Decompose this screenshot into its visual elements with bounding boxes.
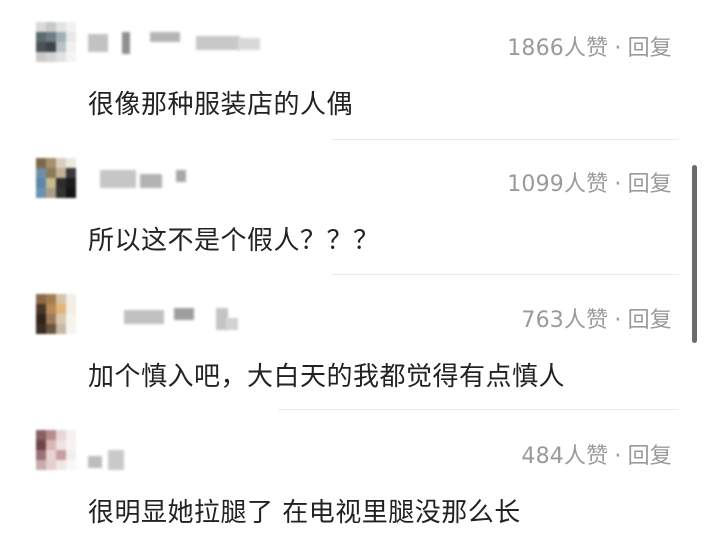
- comment-item: 763人赞 · 回复 加个慎入吧，大白天的我都觉得有点慎人: [0, 272, 690, 408]
- reply-button[interactable]: 回复: [628, 36, 672, 61]
- avatar[interactable]: [36, 294, 76, 334]
- comment-item: 1866人赞 · 回复 很像那种服装店的人偶: [0, 0, 690, 136]
- comment-text: 所以这不是个假人？？？: [88, 226, 380, 256]
- comment-meta: 1866人赞 · 回复: [507, 30, 672, 62]
- reply-button[interactable]: 回复: [628, 172, 672, 197]
- comment-meta: 1099人赞 · 回复: [507, 166, 672, 198]
- like-count[interactable]: 1099人赞: [507, 172, 608, 197]
- meta-separator: ·: [614, 172, 622, 197]
- comment-item: 484人赞 · 回复 很明显她拉腿了 在电视里腿没那么长: [0, 408, 690, 544]
- like-count[interactable]: 1866人赞: [507, 36, 608, 61]
- like-count[interactable]: 484人赞: [521, 444, 608, 469]
- scrollbar[interactable]: [692, 165, 697, 343]
- meta-separator: ·: [614, 36, 622, 61]
- meta-separator: ·: [614, 308, 622, 333]
- meta-separator: ·: [614, 444, 622, 469]
- comment-meta: 484人赞 · 回复: [521, 438, 672, 470]
- comment-text: 很明显她拉腿了 在电视里腿没那么长: [88, 498, 521, 528]
- avatar[interactable]: [36, 22, 76, 62]
- username-blurred[interactable]: [88, 32, 268, 54]
- username-blurred[interactable]: [100, 170, 200, 192]
- avatar[interactable]: [36, 158, 76, 198]
- username-blurred[interactable]: [124, 308, 244, 330]
- reply-button[interactable]: 回复: [628, 444, 672, 469]
- avatar[interactable]: [36, 430, 76, 470]
- like-count[interactable]: 763人赞: [521, 308, 608, 333]
- comment-text: 很像那种服装店的人偶: [88, 90, 354, 120]
- comment-text: 加个慎入吧，大白天的我都觉得有点慎人: [88, 362, 566, 392]
- comment-meta: 763人赞 · 回复: [521, 302, 672, 334]
- comment-item: 1099人赞 · 回复 所以这不是个假人？？？: [0, 136, 690, 272]
- username-blurred[interactable]: [88, 450, 138, 472]
- reply-button[interactable]: 回复: [628, 308, 672, 333]
